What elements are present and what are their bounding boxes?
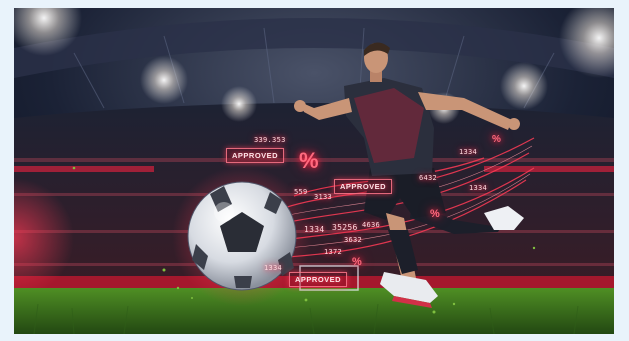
hud-number-11: 6432 [419, 174, 438, 182]
hud-number-1: 339.353 [254, 136, 286, 144]
hud-number-12: 1334 [469, 184, 488, 192]
hud-number-8: 1372 [324, 248, 343, 256]
approved-badge-3: APPROVED [289, 272, 348, 287]
percent-symbol-large: % [299, 148, 319, 173]
hud-number-7: 3632 [344, 236, 363, 244]
approved-badge-1: APPROVED [226, 148, 285, 163]
hud-number-3: 3133 [314, 193, 333, 201]
percent-symbol-small-1: % [352, 256, 362, 268]
ad-strip-left [14, 166, 154, 172]
stadium-photo: 339.353 APPROVED % APPROVED 559 3133 133… [14, 8, 614, 334]
hud-number-2: 559 [294, 188, 308, 196]
approved-badge-2: APPROVED [334, 179, 393, 194]
hud-number-6: 4636 [362, 221, 381, 229]
hud-number-10: 1334 [459, 148, 478, 156]
hud-number-4: 1334 [304, 225, 325, 234]
percent-symbol-small-2: % [430, 208, 440, 220]
pitch-grass [14, 288, 614, 334]
hud-number-5: 35256 [332, 223, 358, 232]
hud-number-9: 1334 [264, 264, 283, 272]
percent-symbol-small-3: % [492, 134, 501, 145]
